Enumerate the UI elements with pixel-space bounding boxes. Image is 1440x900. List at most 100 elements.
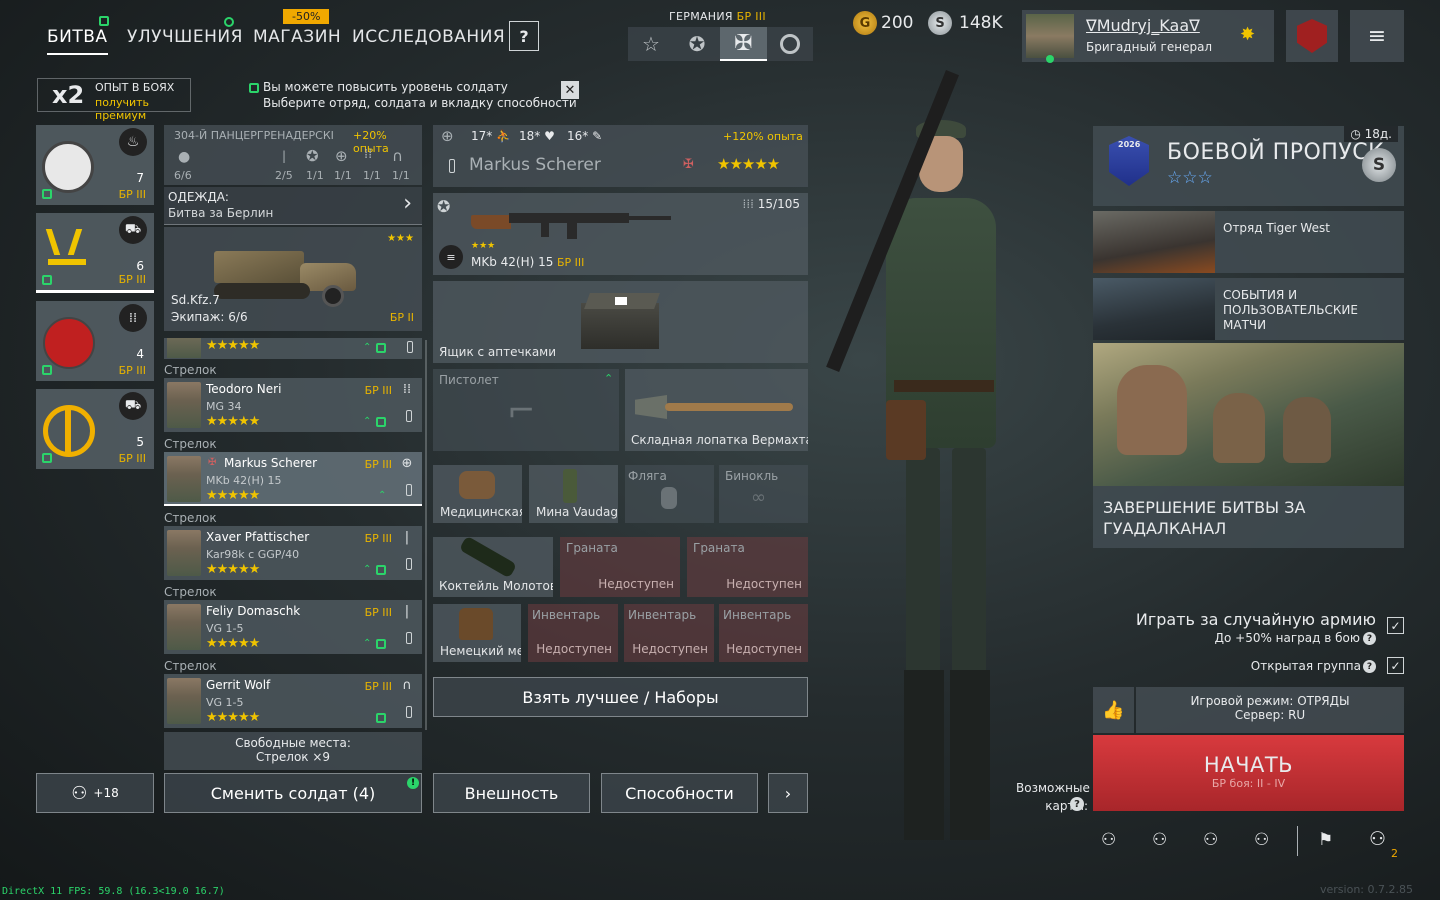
battle-pass-year: 2026 <box>1118 140 1141 149</box>
battle-pass-card[interactable]: 2026 БОЕВОЙ ПРОПУСК ☆☆☆ ◷ 18д. S <box>1093 126 1404 206</box>
table-row[interactable]: ✠ Markus Scherer MKb 42(H) 15 ★★★★★ БР I… <box>164 452 422 506</box>
holster-icon <box>406 410 412 422</box>
soldier-br: БР III <box>364 458 392 471</box>
shovel-slot[interactable]: Складная лопатка Вермахта <box>625 369 808 451</box>
help-icon[interactable]: ? <box>1363 632 1376 645</box>
clothing-selector[interactable]: ОДЕЖДА: Битва за Берлин › <box>164 187 422 225</box>
group-icon[interactable]: ⚇ <box>1369 828 1386 850</box>
molotov-slot[interactable]: Коктейль Молотова <box>433 537 553 597</box>
faction-japan-tab[interactable] <box>767 27 813 61</box>
binoculars-slot[interactable]: Бинокль ∞ <box>719 465 808 523</box>
tab-shop[interactable]: МАГАЗИН <box>253 27 341 47</box>
invite-friend-icon[interactable]: ⚇ <box>1254 830 1269 850</box>
best-kit-button[interactable]: Взять лучшее / Наборы <box>433 677 808 717</box>
list-item[interactable]: ★★★★★ ⌃ <box>164 338 422 359</box>
help-button[interactable]: ? <box>509 21 539 51</box>
new-indicator <box>376 343 386 353</box>
news-item-events[interactable]: СОБЫТИЯ И ПОЛЬЗОВАТЕЛЬСКИЕ МАТЧИ <box>1093 278 1404 340</box>
chevron-right-icon[interactable]: › <box>768 773 808 813</box>
random-army-checkbox[interactable]: ✓ <box>1387 617 1404 634</box>
squads-button[interactable]: ⚇ +18 <box>36 773 154 813</box>
new-indicator <box>376 565 386 575</box>
open-group-checkbox[interactable]: ✓ <box>1387 657 1404 674</box>
squad-count: 5 <box>136 435 144 449</box>
squad-emblem-icon <box>44 227 90 275</box>
faction-name: ГЕРМАНИЯ <box>669 10 733 23</box>
soldier-weapon: MG 34 <box>206 400 242 413</box>
army-emblem-button[interactable] <box>1286 10 1338 62</box>
invite-friend-icon[interactable]: ⚇ <box>1152 830 1167 850</box>
close-icon[interactable]: ✕ <box>561 81 579 99</box>
menu-icon[interactable]: ≡ <box>1350 10 1404 62</box>
slot-label: Немецкий ме <box>440 644 521 658</box>
squad-card-3[interactable]: ⁞⁞ 4 БР III <box>36 301 154 381</box>
class-count: 2/5 <box>275 169 293 182</box>
faction-germany-tab[interactable]: ✠ <box>720 27 767 61</box>
game-mode-selector[interactable]: Игровой режим: ОТРЯДЫ Сервер: RU <box>1136 687 1404 733</box>
soldier-name: Xaver Pfattischer <box>206 530 310 544</box>
primary-weapon-slot[interactable]: ✪ ⁞⁞⁞ 15/105 ≡ ★★★ MKb 42(H) 15 БР III <box>433 193 808 275</box>
squad-card-4[interactable]: ⛟ 5 БР III <box>36 389 154 469</box>
profile-rank: Бригадный генерал <box>1086 40 1213 54</box>
event-banner[interactable]: ЗАВЕРШЕНИЕ БИТВЫ ЗА ГУАДАЛКАНАЛ <box>1093 343 1404 548</box>
soldier-stars: ★★★★★ <box>206 562 260 577</box>
pistol-slot[interactable]: Пистолет ⌃ ⌐ <box>433 369 619 451</box>
medkit-box-slot[interactable]: Ящик с аптечками <box>433 281 808 363</box>
abilities-button[interactable]: Способности <box>601 773 758 813</box>
soldier-stars: ★★★★★ <box>206 488 260 503</box>
medal-icon: ✠ <box>208 457 217 468</box>
vehicle-card[interactable]: ★★★ Sd.Kfz.7 Экипаж: 6/6 БР II <box>164 227 422 331</box>
tab-upgrades[interactable]: УЛУЧШЕНИЯ <box>127 27 243 47</box>
backpack-slot[interactable]: Немецкий ме <box>433 604 521 662</box>
squad-br: БР III <box>118 452 146 465</box>
table-row[interactable]: Feliy Domaschk VG 1-5 ★★★★★ БР III | ⌃ <box>164 600 422 654</box>
squad-card-2[interactable]: ⛟ 6 БР III <box>36 213 154 293</box>
invite-friend-icon[interactable]: ⚇ <box>1101 830 1116 850</box>
table-row[interactable]: Xaver Pfattischer Kar98k с GGP/40 ★★★★★ … <box>164 526 422 580</box>
table-row[interactable]: Gerrit Wolf VG 1-5 ★★★★★ БР III ∩ <box>164 674 422 728</box>
soldier-portrait <box>167 530 201 576</box>
flask-slot[interactable]: Фляга <box>625 465 714 523</box>
weapon-stars: ★★★ <box>471 241 496 251</box>
faction-ussr-tab[interactable]: ✪ <box>674 27 720 61</box>
thumbs-up-icon[interactable]: 👍 <box>1093 687 1134 733</box>
news-item-tiger-west[interactable]: Отряд Tiger West <box>1093 211 1404 273</box>
table-row[interactable]: Teodoro Neri MG 34 ★★★★★ БР III ⁞⁞ ⌃ <box>164 378 422 432</box>
holster-icon <box>406 484 412 496</box>
inventory-slot-3[interactable]: Инвентарь Недоступен <box>719 604 808 662</box>
soldier-class: Стрелок <box>164 363 217 377</box>
tab-research[interactable]: ИССЛЕДОВАНИЯ <box>352 27 505 47</box>
soldier-detail-name: Markus Scherer <box>469 155 601 175</box>
change-soldiers-button[interactable]: Сменить солдат (4) <box>164 773 422 813</box>
inventory-slot-1[interactable]: Инвентарь Недоступен <box>528 604 618 662</box>
crate-image <box>581 289 660 351</box>
appearance-button[interactable]: Внешность <box>433 773 590 813</box>
grenade-slot-1[interactable]: Граната Недоступен <box>560 537 680 597</box>
faction-star-tab[interactable]: ☆ <box>628 27 674 61</box>
invite-friend-icon[interactable]: ⚇ <box>1203 830 1218 850</box>
help-icon[interactable]: ? <box>1070 797 1084 811</box>
soldier-header: ⊕ 17* ⛹ 18* ♥ 16* ✎ +120% опыта Markus S… <box>433 125 808 187</box>
soldier-name: Teodoro Neri <box>206 382 282 396</box>
binoculars-icon: ∞ <box>751 487 766 508</box>
news-title: Отряд Tiger West <box>1223 221 1330 235</box>
squad-card-1[interactable]: ♨ 7 БР III <box>36 125 154 205</box>
help-icon[interactable]: ? <box>1363 660 1376 673</box>
premium-exp-box[interactable]: x2 ОПЫТ В БОЯХ получить премиум <box>37 78 191 122</box>
profile-card[interactable]: ∇Mudryj_Kaa∇ Бригадный генерал ✸ <box>1022 10 1274 63</box>
unavailable-label: Недоступен <box>726 642 802 656</box>
medic-icon: ⊕ <box>401 456 413 471</box>
start-button[interactable]: НАЧАТЬ БР боя: II - IV <box>1093 735 1404 811</box>
mine-slot[interactable]: Мина Vaudag <box>529 465 618 523</box>
new-indicator <box>42 275 52 285</box>
get-premium-link[interactable]: получить премиум <box>95 96 190 122</box>
shovel-image <box>635 389 795 425</box>
flag-icon[interactable]: ⚑ <box>1318 830 1333 850</box>
grenade-slot-2[interactable]: Граната Недоступен <box>687 537 808 597</box>
inventory-slot-2[interactable]: Инвентарь Недоступен <box>624 604 714 662</box>
medic-icon: ⊕ <box>441 127 454 145</box>
slot-label: Фляга <box>628 469 667 483</box>
medbag-slot[interactable]: Медицинская <box>433 465 522 523</box>
tab-battle[interactable]: БИТВА <box>47 27 108 55</box>
scrollbar[interactable] <box>425 340 427 730</box>
